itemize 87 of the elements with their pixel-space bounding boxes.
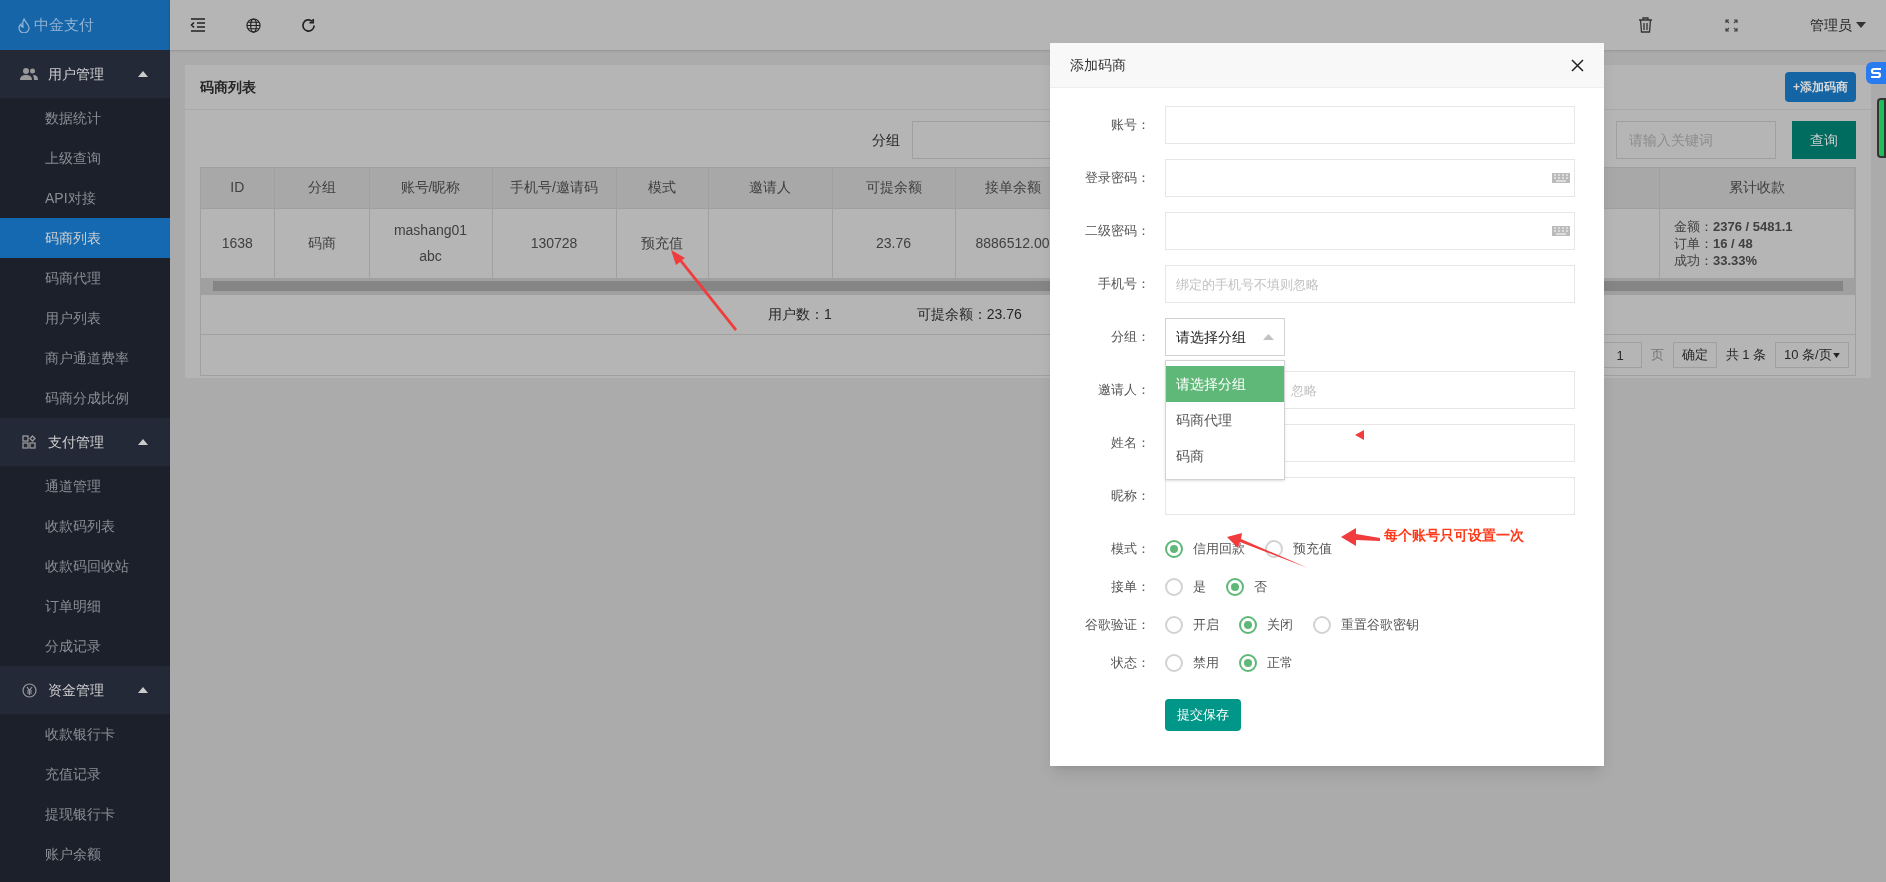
field-label: 模式： [1110, 540, 1151, 559]
column-header: 账号/昵称 [369, 168, 492, 208]
card-title: 码商列表 [200, 77, 256, 97]
sidebar-item[interactable]: API对接 [0, 178, 170, 218]
field-label: 状态： [1110, 654, 1151, 673]
flame-icon [18, 17, 30, 33]
fullscreen-icon[interactable] [1725, 18, 1738, 32]
field-label: 接单： [1110, 578, 1151, 597]
sidebar-item[interactable]: 充值记录 [0, 754, 170, 794]
sidebar-item[interactable]: 提现银行卡 [0, 794, 170, 834]
sidebar-item[interactable]: 码商列表 [0, 218, 170, 258]
field-label: 分组： [1110, 328, 1151, 347]
radio-option[interactable]: 是 [1165, 577, 1206, 597]
sidebar-item[interactable]: 收款银行卡 [0, 714, 170, 754]
side-panel-handle[interactable] [1877, 98, 1886, 158]
sidebar-item[interactable]: 数据统计 [0, 98, 170, 138]
column-header: 模式 [616, 168, 708, 208]
close-icon[interactable] [1571, 58, 1584, 72]
text-field[interactable] [1165, 477, 1575, 515]
caret-icon [1263, 334, 1274, 340]
field-label: 手机号： [1097, 275, 1151, 294]
sidebar-item[interactable]: 码商代理 [0, 258, 170, 298]
text-field[interactable] [1165, 106, 1575, 144]
field-label: 姓名： [1110, 434, 1151, 453]
sidebar-item[interactable]: 商户通道费率 [0, 338, 170, 378]
annotation-text: 每个账号只可设置一次 [1384, 526, 1524, 545]
confirm-button[interactable]: 确定 [1672, 342, 1717, 368]
sidebar-item[interactable]: 上级查询 [0, 138, 170, 178]
radio-option[interactable]: 否 [1226, 577, 1267, 597]
sidebar-section[interactable]: 资金管理 [0, 666, 170, 714]
field-label: 谷歌验证： [1084, 616, 1151, 635]
app-logo-text: 中金支付 [34, 14, 94, 35]
text-field[interactable] [1165, 212, 1575, 250]
column-header: 邀请人 [708, 168, 832, 208]
column-header: 累计收款 [1659, 168, 1855, 208]
sidebar-section[interactable]: 支付管理 [0, 418, 170, 466]
field-label: 邀请人： [1097, 381, 1151, 400]
sidebar-item[interactable]: 分成记录 [0, 626, 170, 666]
summary-text: 可提余额：23.76 [916, 305, 1022, 324]
dropdown-option[interactable]: 码商代理 [1166, 402, 1284, 438]
column-header: 分组 [274, 168, 369, 208]
user-menu[interactable]: 管理员 [1810, 14, 1866, 36]
sidebar-item[interactable]: 订单明细 [0, 586, 170, 626]
radio-option[interactable]: 禁用 [1165, 653, 1219, 673]
field-label: 二级密码： [1084, 222, 1151, 241]
column-header: ID [201, 168, 274, 208]
dialog-title: 添加码商 [1070, 55, 1126, 75]
field-label: 昵称： [1110, 487, 1151, 506]
trash-icon[interactable] [1638, 17, 1653, 33]
field-label: 账号： [1110, 116, 1151, 135]
radio-option[interactable]: 关闭 [1239, 615, 1293, 635]
users-icon [20, 67, 38, 81]
text-field[interactable] [1165, 159, 1575, 197]
summary-text: 用户数：1 [768, 305, 832, 324]
sidebar-item[interactable]: 收款码回收站 [0, 546, 170, 586]
sidebar-item[interactable]: 收款码列表 [0, 506, 170, 546]
radio-option[interactable]: 重置谷歌密钥 [1313, 615, 1419, 635]
extension-logo-icon[interactable] [1866, 62, 1886, 84]
sidebar-item[interactable]: 账户余额 [0, 834, 170, 874]
annotation-arrow [1341, 528, 1380, 546]
total-count: 共 1 条 [1725, 346, 1766, 365]
page-label: 页 [1650, 346, 1664, 365]
refresh-icon[interactable] [301, 17, 316, 33]
globe-icon[interactable] [246, 17, 261, 33]
filter-label: 分组 [872, 130, 900, 150]
column-header: 手机号/邀请码 [492, 168, 616, 208]
text-field[interactable]: 绑定的手机号不填则忽略 [1165, 265, 1575, 303]
page-size-select[interactable]: 10 条/页 [1775, 342, 1849, 368]
group-select[interactable]: 请选择分组 [1165, 318, 1285, 356]
dropdown-option[interactable]: 码商 [1166, 438, 1284, 474]
radio-option[interactable]: 开启 [1165, 615, 1219, 635]
add-merchant-button[interactable]: +添加码商 [1785, 72, 1856, 102]
radio-option[interactable]: 正常 [1239, 653, 1293, 673]
search-button[interactable]: 查询 [1792, 121, 1856, 159]
menu-fold-icon[interactable] [190, 18, 206, 32]
pointer-triangle-icon [1355, 430, 1364, 440]
column-header: 可提余额 [832, 168, 955, 208]
caret-icon [1856, 22, 1866, 28]
caret-icon [1833, 352, 1840, 358]
sidebar-item[interactable]: 通道管理 [0, 466, 170, 506]
sidebar-section[interactable]: 用户管理 [0, 50, 170, 98]
yen-icon [21, 682, 37, 698]
sidebar-item[interactable]: 用户列表 [0, 298, 170, 338]
grid-icon [22, 435, 36, 449]
sidebar-item[interactable]: 码商分成比例 [0, 378, 170, 418]
field-label: 登录密码： [1084, 169, 1151, 188]
submit-button[interactable]: 提交保存 [1165, 699, 1241, 731]
